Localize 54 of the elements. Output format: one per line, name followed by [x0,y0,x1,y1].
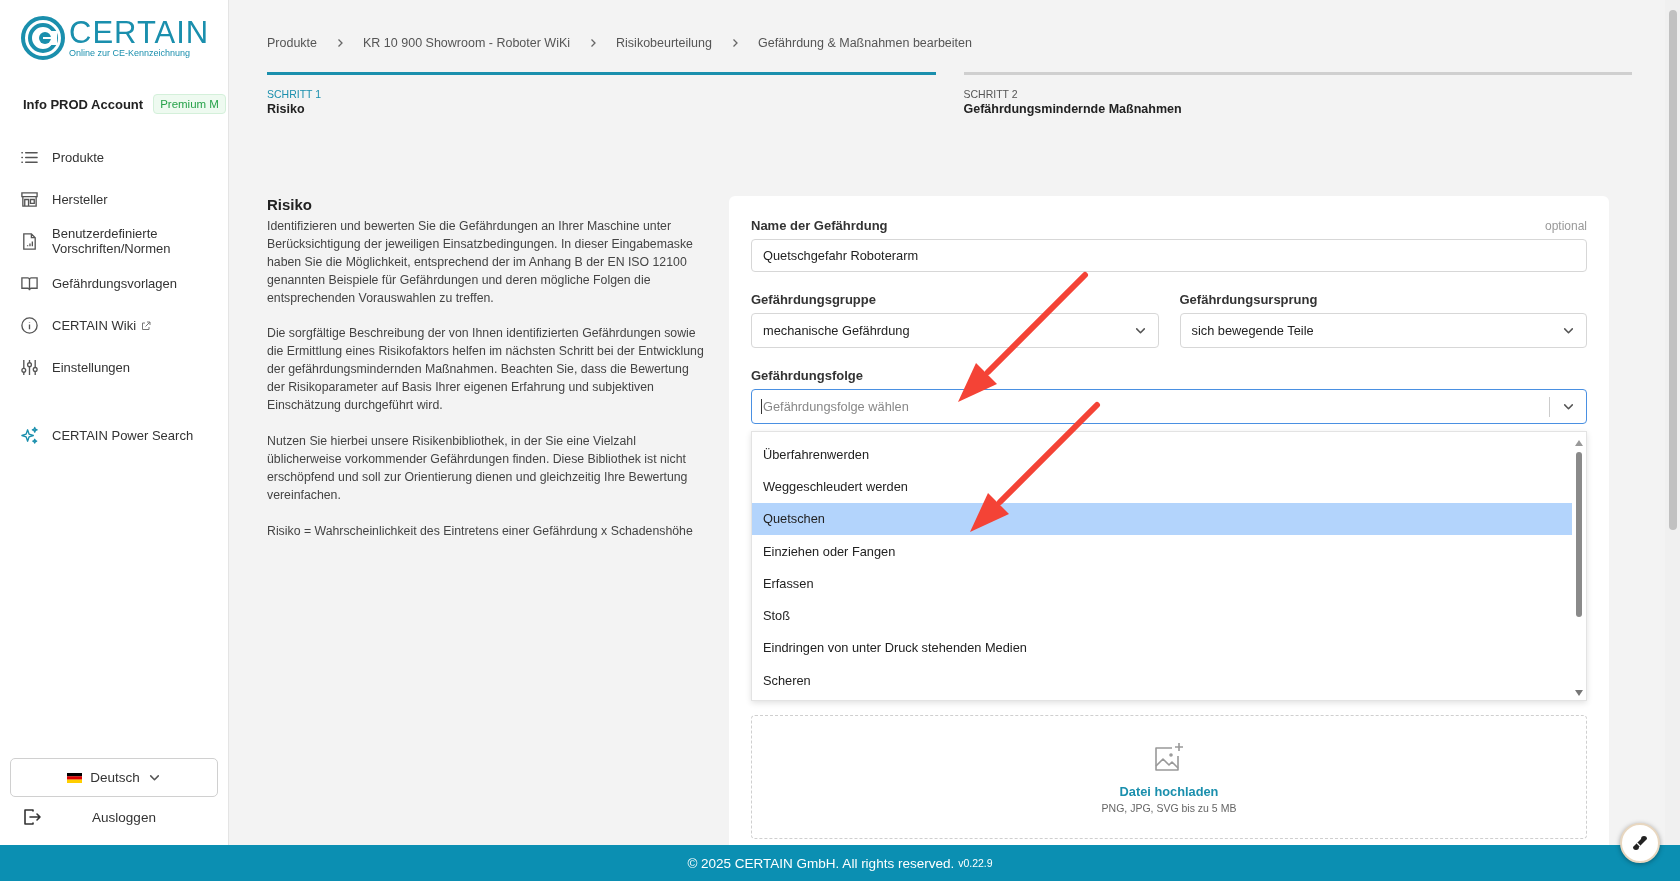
dropdown-option[interactable]: Quetschen [752,502,1572,535]
dropdown-option[interactable]: Stoß [752,599,1572,632]
section-title: Risiko [267,196,313,214]
field-label: Name der Gefährdung [751,218,888,233]
description-paragraph: Risiko = Wahrscheinlichkeit des Eintretens einer Gefährdung x Schadenshöhe [267,522,694,540]
upload-hint: PNG, JPG, SVG bis zu 5 MB [1101,801,1237,814]
select-field[interactable]: Gefährdungsfolge wählen [751,389,1587,424]
breadcrumb-link[interactable]: Produkte [267,36,318,50]
field-label: Gefährdungsfolge [751,368,864,383]
nav-item[interactable]: Hersteller [0,178,228,220]
power-search-link[interactable]: CERTAIN Power Search [0,426,228,445]
field-label: Gefährdungsgruppe [751,292,877,307]
breadcrumb-link[interactable]: KR 10 900 Showroom - Roboter WiKi [363,36,571,50]
breadcrumb-link[interactable]: Risikobeurteilung [616,36,712,50]
nav-item[interactable]: Produkte [0,136,228,178]
version-text: v0.22.9 [958,857,993,869]
logo-tagline: Online zur CE-Kennzeichnung [69,48,192,58]
nav-item[interactable]: CERTAIN Wiki [0,304,228,346]
dropdown-option[interactable]: Einziehen oder Fangen [752,534,1572,568]
logout-link[interactable]: Ausloggen [42,809,206,825]
copyright-text: © 2025 CERTAIN GmbH. All rights reserved. [687,855,955,871]
nav-item[interactable]: Einstellungen [0,346,228,388]
step-tab[interactable]: SCHRITT 2 Gefährdungsmindernde Maßnahmen [963,72,1632,116]
field-label: Gefährdungsursprung [1179,292,1319,307]
optional-hint: optional [1544,219,1587,233]
step-tab[interactable]: SCHRITT 1 Risiko [267,72,936,116]
nav-item[interactable]: Gefährdungsvorlagen [0,262,228,304]
select-field[interactable]: sich bewegende Teile [1179,313,1587,348]
sliders-icon [20,357,39,377]
logo-wordmark: CERTAIN [69,18,210,48]
german-flag-icon [67,772,83,783]
support-button[interactable] [1620,823,1660,863]
description-paragraph: Nutzen Sie hierbei unsere Risikenbibliothek, in der Sie eine Vielzahl üblicherweise vorkommender Gefährdungen finden. Diese Bibliothek ist nicht erschöpfend und soll zur Orientierung dienen und gleichzeitig Ihre Bewertung vereinfachen. [267,432,689,504]
sparkle-icon [20,426,39,445]
dropdown-option[interactable]: Überfahrenwerden [752,438,1572,471]
nav-item[interactable]: Benutzerdefinierte Vorschriften/Normen [0,220,228,262]
input-field[interactable]: Quetschgefahr Roboterarm [751,239,1587,272]
dropdown-option[interactable]: Erfassen [752,567,1572,600]
dropdown-option[interactable]: Eindringen von unter Druck stehenden Medien [752,631,1572,665]
dropdown-option[interactable]: Scheren [752,664,1572,697]
store-icon [20,189,39,209]
description-paragraph: Identifizieren und bewerten Sie die Gefährdungen an Ihrer Maschine unter Berücksichtigung der jeweiligen Einsatzbedingungen. In dieser Eingabemaske haben Sie die Möglichkeit, entsprechend der im Anhang B der EN ISO 12100 genannten Beispiele für Gefährdungen und deren mögliche Folgen die entsprechenden Vorauswahlen zu treffen. [267,217,694,307]
logo-icon [21,16,65,60]
dropdown-option[interactable]: Weggeschleudert werden [752,470,1572,503]
upload-dropzone[interactable]: Datei hochladen PNG, JPG, SVG bis zu 5 MB [751,715,1587,839]
tool-icon [1631,834,1649,852]
description-paragraph: Die sorgfältige Beschreibung der von Ihnen identifizierten Gefährdungen sowie die Ermittlung eines Risikofaktors helfen im nächsten Schritt bei der Entwicklung der gefährdungsmindernden Maßnahmen. Beachten Sie, dass die Bewertung der Risikoparameter auf Basis Ihrer eigenen Erfahrung und subjektiven Einschätzung durchgeführt wird. [267,325,705,415]
select-field[interactable]: mechanische Gefährdung [751,313,1159,348]
language-select[interactable]: Deutsch [10,758,218,797]
logout-icon[interactable] [22,807,42,827]
plan-badge: Premium M [153,94,226,114]
info-icon [20,315,39,335]
document-chart-icon [20,231,39,251]
account-name: Info PROD Account [23,96,144,112]
